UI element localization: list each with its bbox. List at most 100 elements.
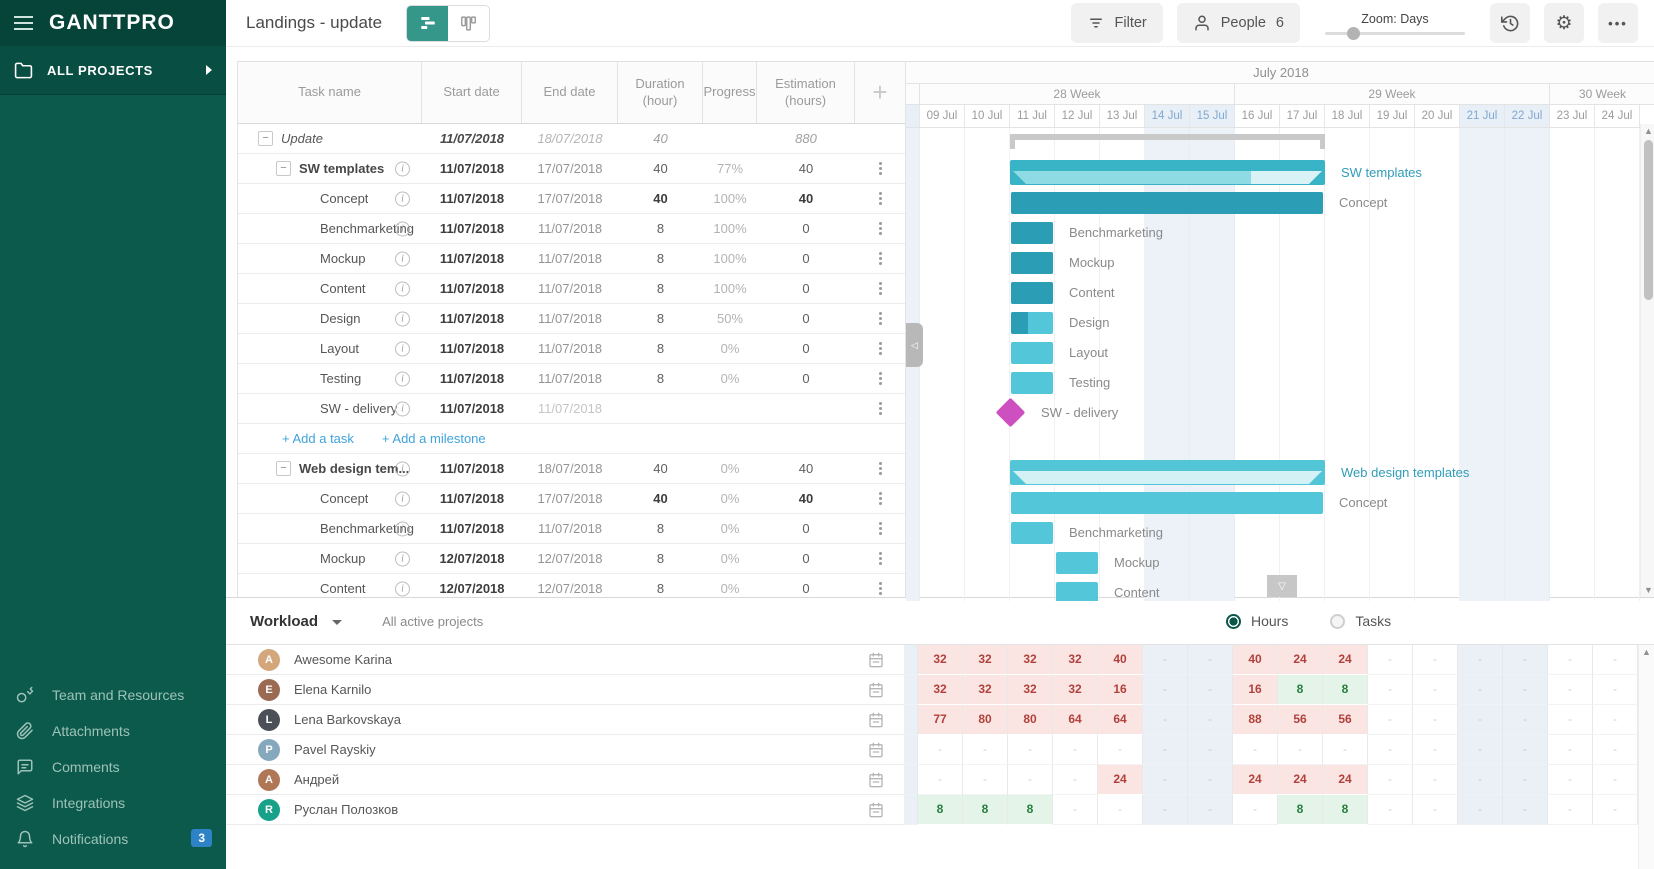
row-menu-kebab-icon[interactable] <box>875 578 886 597</box>
row-menu-kebab-icon[interactable] <box>875 518 886 539</box>
estimation-cell[interactable]: 40 <box>757 484 855 513</box>
task-row[interactable]: Contenti12/07/201812/07/201880%0 <box>238 574 905 597</box>
progress-cell[interactable]: 100% <box>703 214 757 243</box>
grid-collapse-handle[interactable]: ◁ <box>906 323 923 367</box>
scrollbar-down-arrow[interactable]: ▼ <box>1641 583 1654 597</box>
progress-cell[interactable]: 100% <box>703 184 757 213</box>
task-row[interactable]: Layouti11/07/201811/07/201880%0 <box>238 334 905 364</box>
calendar-icon[interactable] <box>868 682 884 698</box>
info-icon[interactable]: i <box>395 371 410 386</box>
task-name-cell[interactable]: Contenti <box>238 274 422 303</box>
filter-button[interactable]: Filter <box>1071 3 1163 43</box>
task-row[interactable]: Contenti11/07/201811/07/20188100%0 <box>238 274 905 304</box>
calendar-icon[interactable] <box>868 772 884 788</box>
duration-cell[interactable]: 40 <box>618 184 703 213</box>
start-date-cell[interactable]: 11/07/2018 <box>422 454 522 483</box>
task-name-cell[interactable]: Concepti <box>238 184 422 213</box>
collapse-toggle[interactable]: − <box>258 131 273 146</box>
row-menu-kebab-icon[interactable] <box>875 248 886 269</box>
duration-cell[interactable]: 8 <box>618 364 703 393</box>
start-date-cell[interactable]: 11/07/2018 <box>422 304 522 333</box>
end-date-cell[interactable]: 11/07/2018 <box>522 514 618 543</box>
info-icon[interactable]: i <box>395 281 410 296</box>
gantt-task-bar[interactable] <box>1011 222 1053 244</box>
estimation-cell[interactable]: 0 <box>757 574 855 597</box>
duration-cell[interactable]: 8 <box>618 274 703 303</box>
info-icon[interactable]: i <box>395 551 410 566</box>
collapse-toggle[interactable]: − <box>276 161 291 176</box>
row-menu-kebab-icon[interactable] <box>875 188 886 209</box>
people-button[interactable]: People 6 <box>1177 3 1300 43</box>
history-button[interactable] <box>1490 3 1530 43</box>
progress-cell[interactable]: 77% <box>703 154 757 183</box>
column-header-end[interactable]: End date <box>522 62 618 123</box>
duration-cell[interactable]: 8 <box>618 574 703 597</box>
calendar-icon[interactable] <box>868 652 884 668</box>
start-date-cell[interactable]: 11/07/2018 <box>422 184 522 213</box>
start-date-cell[interactable]: 12/07/2018 <box>422 544 522 573</box>
estimation-cell[interactable]: 0 <box>757 544 855 573</box>
gantt-task-bar[interactable] <box>1011 192 1323 214</box>
more-button[interactable]: ••• <box>1598 3 1638 43</box>
end-date-cell[interactable]: 11/07/2018 <box>522 244 618 273</box>
row-menu-kebab-icon[interactable] <box>875 398 886 419</box>
duration-cell[interactable]: 8 <box>618 544 703 573</box>
info-icon[interactable]: i <box>395 581 410 596</box>
task-row[interactable]: SW - deliveryi11/07/201811/07/2018 <box>238 394 905 424</box>
start-date-cell[interactable]: 11/07/2018 <box>422 364 522 393</box>
end-date-cell[interactable]: 11/07/2018 <box>522 304 618 333</box>
task-row[interactable]: Testingi11/07/201811/07/201880%0 <box>238 364 905 394</box>
info-icon[interactable]: i <box>395 161 410 176</box>
task-name-cell[interactable]: Benchmarketingi <box>238 514 422 543</box>
progress-cell[interactable]: 100% <box>703 244 757 273</box>
progress-cell[interactable]: 0% <box>703 334 757 363</box>
column-header-name[interactable]: Task name <box>238 62 422 123</box>
progress-cell[interactable] <box>703 394 757 423</box>
end-date-cell[interactable]: 11/07/2018 <box>522 274 618 303</box>
gantt-task-bar[interactable] <box>1011 312 1053 334</box>
sidebar-item-notifications[interactable]: Notifications3 <box>0 821 226 857</box>
estimation-cell[interactable]: 0 <box>757 364 855 393</box>
task-name-cell[interactable]: Designi <box>238 304 422 333</box>
gantt-task-bar[interactable] <box>1011 252 1053 274</box>
calendar-icon[interactable] <box>868 802 884 818</box>
task-row[interactable]: Benchmarketingi11/07/201811/07/20188100%… <box>238 214 905 244</box>
task-name-cell[interactable]: Contenti <box>238 574 422 597</box>
task-name-cell[interactable]: SW - deliveryi <box>238 394 422 423</box>
duration-cell[interactable]: 40 <box>618 454 703 483</box>
gantt-summary-bar[interactable] <box>1010 160 1325 185</box>
gantt-summary-bracket[interactable] <box>1010 131 1325 149</box>
task-row[interactable]: −Update11/07/201818/07/201840880 <box>238 124 905 154</box>
start-date-cell[interactable]: 11/07/2018 <box>422 124 522 153</box>
task-row[interactable]: Mockupi11/07/201811/07/20188100%0 <box>238 244 905 274</box>
column-header-prog[interactable]: Progress <box>703 62 757 123</box>
scroll-down-indicator[interactable]: ▽ <box>1267 575 1297 597</box>
progress-cell[interactable]: 100% <box>703 274 757 303</box>
duration-cell[interactable]: 8 <box>618 514 703 543</box>
start-date-cell[interactable]: 11/07/2018 <box>422 514 522 543</box>
task-row[interactable]: Benchmarketingi11/07/201811/07/201880%0 <box>238 514 905 544</box>
scrollbar-thumb[interactable] <box>1644 140 1653 300</box>
add-column-button[interactable]: + <box>855 62 905 123</box>
progress-cell[interactable]: 50% <box>703 304 757 333</box>
hours-radio[interactable]: Hours <box>1226 613 1288 629</box>
scrollbar-up-arrow[interactable]: ▲ <box>1641 124 1654 138</box>
calendar-icon[interactable] <box>868 712 884 728</box>
gantt-milestone-diamond[interactable] <box>996 398 1026 428</box>
gantt-task-bar[interactable] <box>1011 342 1053 364</box>
estimation-cell[interactable]: 0 <box>757 334 855 363</box>
task-row[interactable]: + Add a task+ Add a milestone <box>238 424 905 454</box>
start-date-cell[interactable]: 11/07/2018 <box>422 394 522 423</box>
info-icon[interactable]: i <box>395 521 410 536</box>
row-menu-kebab-icon[interactable] <box>875 548 886 569</box>
task-row[interactable]: −Web design tem...i11/07/201818/07/20184… <box>238 454 905 484</box>
end-date-cell[interactable]: 17/07/2018 <box>522 484 618 513</box>
end-date-cell[interactable]: 12/07/2018 <box>522 574 618 597</box>
row-menu-kebab-icon[interactable] <box>875 338 886 359</box>
workload-title-dropdown[interactable]: Workload <box>250 613 342 630</box>
info-icon[interactable]: i <box>395 341 410 356</box>
column-header-start[interactable]: Start date <box>422 62 522 123</box>
tasks-radio[interactable]: Tasks <box>1330 613 1391 629</box>
task-row[interactable]: Mockupi12/07/201812/07/201880%0 <box>238 544 905 574</box>
progress-cell[interactable]: 0% <box>703 484 757 513</box>
